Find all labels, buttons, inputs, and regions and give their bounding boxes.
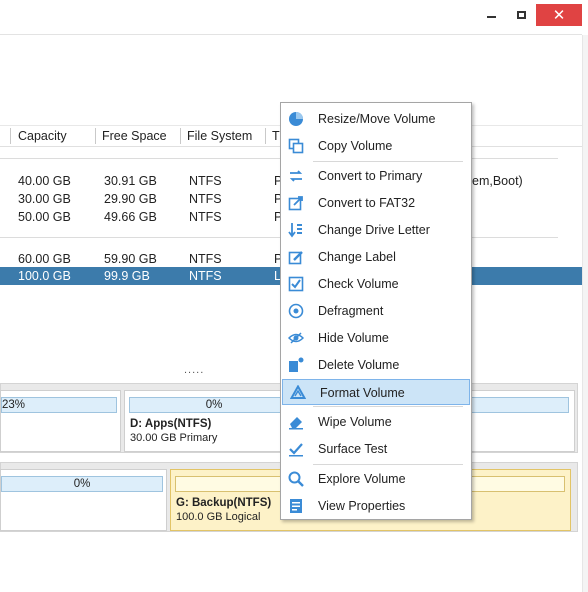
- cell-status: em,Boot): [472, 174, 523, 188]
- recycle-icon: [289, 385, 307, 401]
- menu-item-view-properties[interactable]: View Properties: [281, 493, 471, 519]
- menu-item-label: Format Volume: [320, 386, 405, 400]
- drive-letter-icon: [287, 222, 305, 238]
- column-divider[interactable]: [95, 128, 96, 144]
- menu-item-label: Check Volume: [318, 277, 399, 291]
- menu-item-copy-volume[interactable]: Copy Volume: [281, 133, 471, 159]
- menu-item-change-label[interactable]: Change Label: [281, 244, 471, 270]
- usage-bar: 23%: [1, 397, 117, 413]
- cell-file-system: NTFS: [189, 174, 222, 188]
- delete-volume-icon: [287, 357, 305, 373]
- hide-eye-icon: [287, 330, 305, 346]
- menu-item-label: View Properties: [318, 499, 406, 513]
- cell-capacity: 60.00 GB: [18, 252, 71, 266]
- cell-free-space: 30.91 GB: [104, 174, 157, 188]
- menu-separator: [313, 464, 463, 465]
- vertical-scrollbar[interactable]: [582, 35, 588, 592]
- column-header-free-space[interactable]: Free Space: [102, 129, 167, 143]
- menu-item-format-volume[interactable]: Format Volume: [282, 379, 470, 405]
- column-header-file-system[interactable]: File System: [187, 129, 252, 143]
- pie-icon: [287, 111, 305, 127]
- search-icon: [287, 471, 305, 487]
- partition-name: D: Apps(NTFS): [130, 418, 212, 430]
- menu-item-check-volume[interactable]: Check Volume: [281, 271, 471, 297]
- menu-item-label: Wipe Volume: [318, 415, 392, 429]
- cell-capacity: 50.00 GB: [18, 210, 71, 224]
- properties-icon: [287, 498, 305, 514]
- menu-item-hide-volume[interactable]: Hide Volume: [281, 325, 471, 351]
- menu-item-label: Defragment: [318, 304, 384, 318]
- partition-info: 30.00 GB Primary: [130, 432, 218, 444]
- menu-item-label: Surface Test: [318, 442, 388, 456]
- menu-item-label: Copy Volume: [318, 139, 393, 153]
- menu-item-label: Change Label: [318, 250, 396, 264]
- label-edit-icon: [287, 249, 305, 265]
- cell-file-system: NTFS: [189, 252, 222, 266]
- column-header-type[interactable]: T: [272, 129, 280, 143]
- cell-free-space: 59.90 GB: [104, 252, 157, 266]
- more-rows-indicator: .....: [184, 364, 205, 376]
- copy-icon: [287, 138, 305, 154]
- maximize-icon: [516, 11, 526, 19]
- menu-item-label: Delete Volume: [318, 358, 400, 372]
- column-header-capacity[interactable]: Capacity: [18, 129, 67, 143]
- menu-item-label: Explore Volume: [318, 472, 406, 486]
- cell-capacity: 30.00 GB: [18, 192, 71, 206]
- cell-free-space: 49.66 GB: [104, 210, 157, 224]
- cell-file-system: NTFS: [189, 210, 222, 224]
- usage-bar: 0%: [129, 397, 299, 413]
- menu-item-label: Convert to Primary: [318, 169, 423, 183]
- partition-info: 100.0 GB Logical: [176, 511, 261, 523]
- menu-item-explore-volume[interactable]: Explore Volume: [281, 466, 471, 492]
- menu-separator: [313, 406, 463, 407]
- title-separator: [0, 34, 582, 35]
- menu-item-wipe-volume[interactable]: Wipe Volume: [281, 409, 471, 435]
- partition-name: G: Backup(NTFS): [176, 497, 272, 509]
- close-button[interactable]: ✕: [536, 4, 582, 26]
- surface-test-icon: [287, 441, 305, 457]
- window-controls: ✕: [476, 4, 582, 26]
- menu-item-convert-to-fat32[interactable]: Convert to FAT32: [281, 190, 471, 216]
- group-separator: [0, 237, 558, 238]
- check-volume-icon: [287, 276, 305, 292]
- menu-item-defragment[interactable]: Defragment: [281, 298, 471, 324]
- maximize-button[interactable]: [506, 4, 536, 26]
- column-divider[interactable]: [10, 128, 11, 144]
- disk1-partition-c[interactable]: 23%: [0, 390, 121, 452]
- menu-item-label: Change Drive Letter: [318, 223, 430, 237]
- cell-capacity: 100.0 GB: [18, 269, 71, 283]
- menu-item-label: Hide Volume: [318, 331, 389, 345]
- menu-item-delete-volume[interactable]: Delete Volume: [281, 352, 471, 378]
- menu-item-convert-to-primary[interactable]: Convert to Primary: [281, 163, 471, 189]
- context-menu: Resize/Move Volume Copy Volume Convert t…: [280, 102, 472, 520]
- menu-item-label: Convert to FAT32: [318, 196, 416, 210]
- usage-bar: 0%: [1, 476, 163, 492]
- minimize-icon: [486, 16, 496, 18]
- column-divider[interactable]: [180, 128, 181, 144]
- convert-fat-icon: [287, 195, 305, 211]
- cell-free-space: 99.9 GB: [104, 269, 150, 283]
- column-divider[interactable]: [265, 128, 266, 144]
- eraser-icon: [287, 414, 305, 430]
- menu-separator: [313, 161, 463, 162]
- defrag-icon: [287, 303, 305, 319]
- disk2-partition-f[interactable]: 0%: [0, 469, 167, 531]
- menu-item-surface-test[interactable]: Surface Test: [281, 436, 471, 462]
- group-separator: [0, 158, 558, 159]
- menu-item-label: Resize/Move Volume: [318, 112, 436, 126]
- disk1-partition-d[interactable]: 0% D: Apps(NTFS) 30.00 GB Primary: [124, 390, 299, 452]
- minimize-button[interactable]: [476, 4, 506, 26]
- cell-free-space: 29.90 GB: [104, 192, 157, 206]
- convert-icon: [287, 168, 305, 184]
- cell-capacity: 40.00 GB: [18, 174, 71, 188]
- menu-item-change-drive-letter[interactable]: Change Drive Letter: [281, 217, 471, 243]
- menu-item-resize-move-volume[interactable]: Resize/Move Volume: [281, 106, 471, 132]
- close-icon: ✕: [552, 6, 566, 24]
- cell-file-system: NTFS: [189, 269, 222, 283]
- cell-file-system: NTFS: [189, 192, 222, 206]
